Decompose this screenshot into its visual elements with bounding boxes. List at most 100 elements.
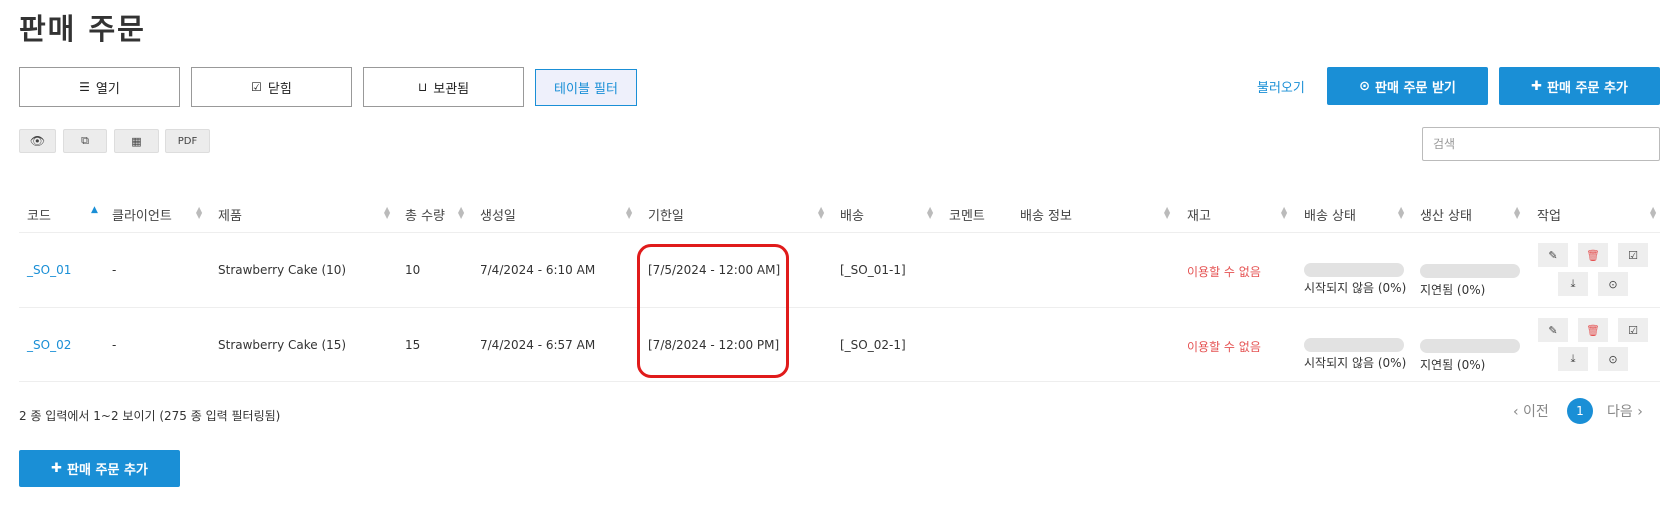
col-actions: 작업 — [1537, 209, 1561, 224]
page-title: 판매 주문 — [19, 12, 146, 46]
prev-page-link[interactable]: ‹ 이전 — [1513, 401, 1549, 421]
edit-icon: ✎ — [1548, 248, 1558, 262]
plus-icon: ✚ — [51, 461, 63, 476]
tab-archived-label: 보관됨 — [433, 81, 470, 97]
add-order-bottom-button[interactable]: ✚ 판매 주문 추가 — [19, 450, 180, 487]
col-qty[interactable]: 총 수량 — [405, 205, 445, 224]
col-prod-status[interactable]: 생산 상태 — [1420, 205, 1472, 224]
edit-button[interactable]: ✎ — [1538, 243, 1568, 267]
col-shipping[interactable]: 배송 — [840, 205, 864, 224]
prod-status-cell: 지연됨 (0%) — [1420, 283, 1486, 297]
col-stock[interactable]: 재고 — [1187, 205, 1211, 224]
trash-icon: 🗑 — [1586, 248, 1600, 262]
trash-icon: 🗑 — [1586, 323, 1600, 337]
col-ship-status[interactable]: 배송 상태 — [1304, 205, 1356, 224]
edit-button[interactable]: ✎ — [1538, 318, 1568, 342]
copy-button[interactable]: ⧉ — [63, 129, 107, 153]
product-cell: Strawberry Cake (10) — [218, 263, 347, 277]
shipping-cell: [_SO_02-1] — [840, 338, 906, 352]
col-due[interactable]: 기한일 — [648, 205, 684, 224]
check-square-icon: ☑ — [251, 80, 262, 94]
next-page-link[interactable]: 다음 › — [1607, 401, 1643, 421]
tab-closed-label: 닫힘 — [267, 81, 292, 97]
prod-status-cell: 지연됨 (0%) — [1420, 358, 1486, 372]
sort-icon[interactable]: ▲ ▼ — [1398, 206, 1404, 220]
row-divider — [19, 307, 1660, 308]
view-button[interactable]: 👁 — [19, 129, 56, 153]
sort-icon[interactable]: ▲ ▼ — [818, 206, 824, 220]
pdf-label: PDF — [177, 135, 198, 147]
sort-icon[interactable]: ▲ ▼ — [1164, 206, 1170, 220]
close-order-button[interactable]: ☑ — [1618, 243, 1648, 267]
sort-icon[interactable]: ▲ ▼ — [196, 206, 202, 220]
client-cell: - — [112, 338, 117, 352]
search-input[interactable] — [1422, 127, 1660, 161]
pdf-button[interactable]: PDF — [165, 129, 210, 153]
shipping-cell: [_SO_01-1] — [840, 263, 906, 277]
col-code[interactable]: 코드 — [27, 205, 51, 224]
list-icon: ☰ — [79, 80, 90, 94]
download-button[interactable]: ⤓ — [1558, 272, 1588, 296]
product-cell: Strawberry Cake (15) — [218, 338, 347, 352]
delete-button[interactable]: 🗑 — [1578, 243, 1608, 267]
check-square-icon: ☑ — [1628, 248, 1638, 262]
excel-button[interactable]: ▦ — [114, 129, 159, 153]
import-link[interactable]: 불러오기 — [1257, 77, 1305, 96]
sort-asc-icon[interactable]: ▲ — [91, 206, 98, 215]
col-product[interactable]: 제품 — [218, 205, 242, 224]
close-order-button[interactable]: ☑ — [1618, 318, 1648, 342]
table-summary: 2 종 입력에서 1~2 보이기 (275 종 입력 필터링됨) — [19, 409, 281, 423]
delete-button[interactable]: 🗑 — [1578, 318, 1608, 342]
sort-icon[interactable]: ▲ ▼ — [626, 206, 632, 220]
download-icon: ⤓ — [1570, 277, 1576, 290]
plus-icon: ✚ — [1531, 78, 1543, 94]
add-order-label: 판매 주문 추가 — [1547, 80, 1628, 96]
edit-icon: ✎ — [1548, 323, 1558, 337]
info-button[interactable]: ⊙ — [1598, 272, 1628, 296]
add-order-button[interactable]: ✚ 판매 주문 추가 — [1499, 67, 1660, 105]
col-created[interactable]: 생성일 — [480, 205, 516, 224]
sort-icon[interactable]: ▲ ▼ — [1514, 206, 1520, 220]
order-code-link[interactable]: _SO_01 — [27, 263, 71, 277]
stock-cell: 이용할 수 없음 — [1187, 340, 1261, 354]
tab-table-filter[interactable]: 테이블 필터 — [535, 69, 637, 106]
sort-icon[interactable]: ▲ ▼ — [1281, 206, 1287, 220]
ship-progress-bar — [1304, 263, 1404, 277]
col-client[interactable]: 클라이언트 — [112, 205, 172, 224]
circle-arrow-icon: ⊙ — [1359, 78, 1371, 94]
tab-table-filter-label: 테이블 필터 — [554, 82, 618, 97]
sort-icon[interactable]: ▲ ▼ — [1650, 206, 1656, 220]
tab-open-label: 열기 — [95, 81, 120, 97]
ship-progress-bar — [1304, 338, 1404, 352]
qty-cell: 10 — [405, 263, 421, 277]
prod-progress-bar — [1420, 264, 1520, 278]
ship-status-cell: 시작되지 않음 (0%) — [1304, 356, 1407, 370]
col-shipping-info[interactable]: 배송 정보 — [1020, 205, 1072, 224]
header-divider — [19, 232, 1660, 233]
qty-cell: 15 — [405, 338, 421, 352]
receive-order-label: 판매 주문 받기 — [1375, 80, 1456, 96]
order-code-link[interactable]: _SO_02 — [27, 338, 71, 352]
copy-icon: ⧉ — [81, 134, 89, 147]
tab-archived[interactable]: ⊔ 보관됨 — [363, 67, 524, 107]
ship-status-cell: 시작되지 않음 (0%) — [1304, 281, 1407, 295]
receive-order-button[interactable]: ⊙ 판매 주문 받기 — [1327, 67, 1488, 105]
tab-closed[interactable]: ☑ 닫힘 — [191, 67, 352, 107]
prod-progress-bar — [1420, 339, 1520, 353]
download-button[interactable]: ⤓ — [1558, 347, 1588, 371]
sort-icon[interactable]: ▲ ▼ — [458, 206, 464, 220]
row-divider — [19, 381, 1660, 382]
sort-icon[interactable]: ▲ ▼ — [927, 206, 933, 220]
created-cell: 7/4/2024 - 6:57 AM — [480, 338, 596, 352]
page-1-button[interactable]: 1 — [1567, 398, 1593, 424]
tab-open[interactable]: ☰ 열기 — [19, 67, 180, 107]
info-button[interactable]: ⊙ — [1598, 347, 1628, 371]
clock-icon: ⊙ — [1608, 352, 1618, 366]
col-comment[interactable]: 코멘트 — [949, 205, 985, 224]
due-cell: [7/8/2024 - 12:00 PM] — [648, 338, 780, 352]
clock-icon: ⊙ — [1608, 277, 1618, 291]
stock-cell: 이용할 수 없음 — [1187, 265, 1261, 279]
check-square-icon: ☑ — [1628, 323, 1638, 337]
sort-icon[interactable]: ▲ ▼ — [384, 206, 390, 220]
eye-icon: 👁 — [29, 134, 46, 148]
